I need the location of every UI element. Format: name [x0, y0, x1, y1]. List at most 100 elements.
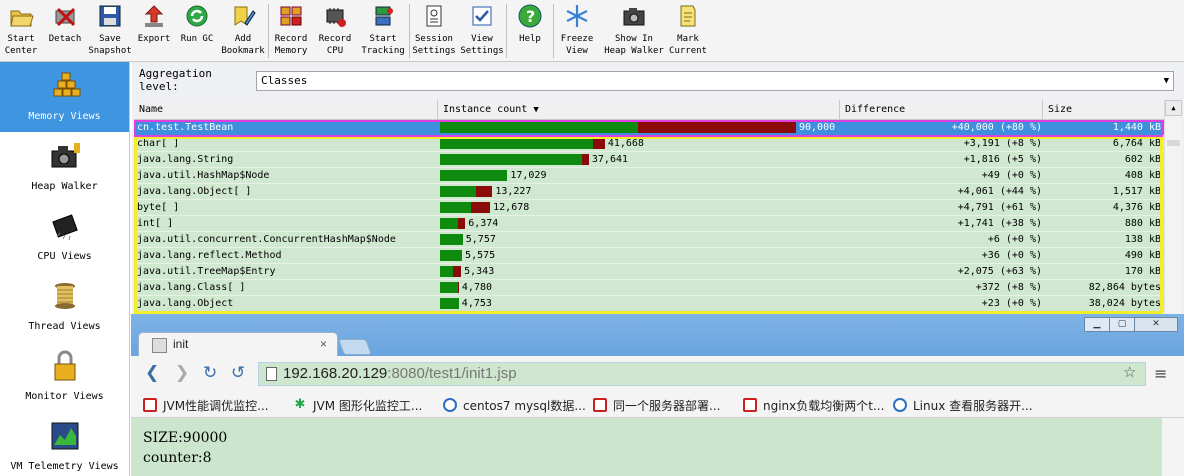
table-row[interactable]: java.lang.Object[ ] 13,227 +4,061 (+44 %) 1… — [134, 184, 1164, 200]
run-gc-button[interactable]: Run GC — [176, 0, 218, 60]
forward-icon[interactable]: ❯ — [175, 363, 189, 383]
bookmark-item[interactable]: centos7 mysql数据... — [443, 396, 586, 414]
record-memory-label: Record Memory — [274, 34, 308, 56]
jianshu-favicon-icon: ✱ — [294, 397, 306, 412]
sidebar-item-thread-views[interactable]: Thread Views — [0, 272, 129, 342]
csdn-favicon-icon — [143, 398, 157, 412]
browser-window: init × ▁ ▢ ✕ ❮ ❯ ↻ ↺ 192.168.20.129:8080… — [131, 314, 1184, 476]
padlock-icon — [54, 350, 75, 381]
add-bookmark-button[interactable]: Add Bookmark — [218, 0, 268, 60]
start-tracking-button[interactable]: Start Tracking — [357, 0, 409, 60]
bookmark-item[interactable]: JVM性能调优监控... — [143, 396, 269, 414]
export-button[interactable]: Export — [132, 0, 176, 60]
session-settings-button[interactable]: Session Settings — [410, 0, 458, 60]
add-bookmark-label: Add Bookmark — [221, 34, 265, 56]
maximize-icon[interactable]: ▢ — [1109, 317, 1135, 332]
sidebar-item-cpu-views[interactable]: CPU Views — [0, 202, 129, 272]
size-cell: 408 kB — [1124, 170, 1161, 181]
bookmark-item[interactable]: nginx负载均衡两个t... — [743, 396, 884, 414]
bookmark-label: JVM 图形化监控工... — [313, 398, 423, 413]
table-row[interactable]: java.util.concurrent.ConcurrentHashMap$N… — [134, 232, 1164, 248]
show-in-heap-walker-button[interactable]: Show In Heap Walker — [600, 0, 668, 60]
table-row[interactable]: java.util.HashMap$Node 17,029 +49 (+0 %) 40… — [134, 168, 1164, 184]
header-difference[interactable]: Difference — [840, 100, 1043, 120]
help-button[interactable]: ? Help — [507, 0, 553, 60]
table-row[interactable]: java.lang.String 37,641 +1,816 (+5 %) 602 k… — [134, 152, 1164, 168]
bookmark-label: centos7 mysql数据... — [463, 398, 586, 413]
bookmark-star-icon[interactable]: ☆ — [1123, 363, 1136, 381]
view-settings-button[interactable]: View Settings — [458, 0, 506, 60]
bookmark-item[interactable]: Linux 查看服务器开... — [893, 396, 1033, 414]
table-row[interactable]: byte[ ] 12,678 +4,791 (+61 %) 4,376 kB — [134, 200, 1164, 216]
browser-menu-icon[interactable]: ≡ — [1154, 364, 1167, 383]
save-snapshot-button[interactable]: Save Snapshot — [88, 0, 132, 60]
window-close-icon[interactable]: ✕ — [1134, 317, 1178, 332]
undo-icon[interactable]: ↺ — [231, 363, 245, 383]
page-info-icon — [266, 367, 277, 381]
bookmark-item[interactable]: ✱ JVM 图形化监控工... — [293, 396, 423, 414]
table-row[interactable]: java.lang.Object 4,753 +23 (+0 %) 38,024 by… — [134, 296, 1164, 312]
page-scrollbar[interactable] — [1161, 418, 1184, 476]
table-scrollbar[interactable]: ▲ — [1164, 100, 1182, 314]
table-row[interactable]: java.lang.Class[ ] 4,780 +372 (+8 %) 82,864… — [134, 280, 1164, 296]
scroll-thumb[interactable] — [1167, 140, 1180, 146]
instance-count-value: 37,641 — [591, 154, 629, 165]
mark-current-button[interactable]: Mark Current — [668, 0, 708, 60]
table-body: cn.test.TestBean 90,000 +40,000 (+80 %) 1,4… — [134, 120, 1164, 312]
tab-close-icon[interactable]: × — [320, 337, 327, 351]
folder-open-icon — [10, 10, 34, 27]
export-label: Export — [137, 34, 171, 44]
address-bar[interactable]: 192.168.20.129:8080/test1/init1.jsp — [258, 362, 1146, 386]
tracking-icon — [375, 6, 393, 26]
aggregation-level-select[interactable]: Classes ▼ — [256, 71, 1174, 91]
reload-icon[interactable]: ↻ — [203, 363, 217, 383]
instance-count-cell: 5,757 — [440, 232, 840, 248]
instance-count-value: 4,780 — [461, 282, 493, 293]
scroll-up-icon[interactable]: ▲ — [1165, 100, 1182, 116]
svg-text:?: ? — [526, 7, 535, 26]
instance-count-cell: 41,668 — [440, 136, 840, 152]
record-memory-button[interactable]: Record Memory — [269, 0, 313, 60]
aggregation-level-value: Classes — [261, 74, 308, 87]
instance-count-value: 17,029 — [510, 170, 547, 181]
bookmark-item[interactable]: 同一个服务器部署... — [593, 396, 720, 414]
difference-cell: +372 (+8 %) — [975, 282, 1042, 293]
table-row[interactable]: java.util.TreeMap$Entry 5,343 +2,075 (+63 … — [134, 264, 1164, 280]
difference-bar — [457, 282, 459, 293]
difference-cell: +36 (+0 %) — [981, 250, 1042, 261]
freeze-view-button[interactable]: Freeze View — [554, 0, 600, 60]
back-icon[interactable]: ❮ — [145, 363, 159, 383]
record-cpu-button[interactable]: Record CPU — [313, 0, 357, 60]
table-row[interactable]: int[ ] 6,374 +1,741 (+38 %) 880 kB — [134, 216, 1164, 232]
tab-title: init — [173, 337, 189, 351]
minimize-icon[interactable]: ▁ — [1084, 317, 1110, 332]
instance-count-value: 5,757 — [465, 234, 496, 245]
difference-bar — [476, 186, 493, 197]
table-row[interactable]: java.lang.reflect.Method 5,575 +36 (+0 %) 4… — [134, 248, 1164, 264]
difference-bar — [471, 202, 491, 213]
header-instance-count[interactable]: Instance count ▼ — [438, 100, 840, 120]
sidebar-item-monitor-views[interactable]: Monitor Views — [0, 342, 129, 412]
table-row[interactable]: cn.test.TestBean 90,000 +40,000 (+80 %) 1,4… — [134, 120, 1164, 136]
instance-count-cell: 37,641 — [440, 152, 840, 168]
detach-button[interactable]: Detach — [42, 0, 88, 60]
instance-count-bar — [440, 170, 508, 181]
table-row[interactable]: char[ ] 41,668 +3,191 (+8 %) 6,764 kB — [134, 136, 1164, 152]
header-name[interactable]: Name — [134, 100, 438, 120]
mark-current-icon — [680, 5, 696, 27]
tab-init[interactable]: init × — [138, 332, 338, 358]
difference-bar — [458, 218, 466, 229]
sidebar-item-label: Memory Views — [28, 111, 101, 122]
difference-cell: +40,000 (+80 %) — [951, 122, 1042, 133]
start-center-button[interactable]: Start Center — [0, 0, 42, 60]
header-size[interactable]: Size — [1043, 100, 1164, 120]
sidebar-item-memory-views[interactable]: Memory Views — [0, 62, 129, 132]
difference-bar — [581, 154, 589, 165]
sidebar-item-label: Thread Views — [28, 321, 101, 332]
floppy-disk-icon — [99, 5, 121, 27]
instance-count-value: 41,668 — [607, 138, 644, 149]
sidebar-item-vm-telemetry-views[interactable]: VM Telemetry Views — [0, 412, 129, 476]
sidebar-item-heap-walker[interactable]: Heap Walker — [0, 132, 129, 202]
new-tab-button[interactable] — [338, 339, 372, 355]
class-name-cell: java.util.TreeMap$Entry — [137, 266, 276, 277]
